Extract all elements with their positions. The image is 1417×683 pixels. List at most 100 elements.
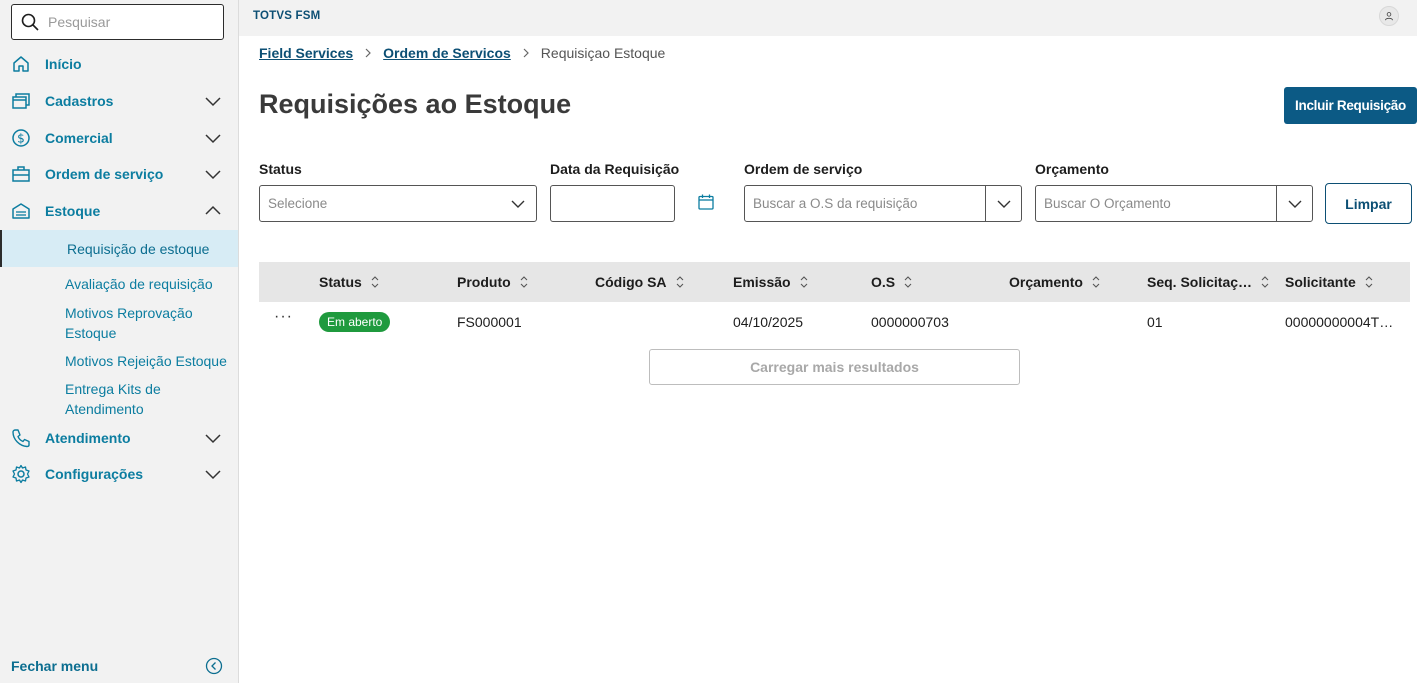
cell-solicitante: 00000000004T… <box>1285 314 1394 330</box>
search-icon <box>21 13 39 31</box>
column-header-label: Emissão <box>733 274 791 290</box>
column-header-status[interactable]: Status <box>319 274 380 290</box>
order-dropdown-toggle[interactable] <box>985 186 1021 221</box>
sidebar-item-label: Estoque <box>45 203 101 219</box>
order-filter-label: Ordem de serviço <box>744 161 863 177</box>
briefcase-icon <box>11 164 31 184</box>
search-box[interactable] <box>11 4 224 40</box>
chevron-right-icon <box>363 47 373 59</box>
sidebar-item-label: Atendimento <box>45 430 131 446</box>
table-header: Status Produto Código SA Emissão O.S Orç… <box>259 262 1410 302</box>
phone-icon <box>11 428 31 448</box>
sidebar-subitem-avaliacao-requisicao[interactable]: Avaliação de requisição <box>0 274 238 294</box>
column-header-label: Orçamento <box>1009 274 1083 290</box>
sort-icon <box>1365 276 1373 288</box>
breadcrumb-current: Requisiçao Estoque <box>540 45 666 61</box>
sidebar-subitem-label: Motivos Rejeição Estoque <box>65 353 227 369</box>
chevron-right-icon <box>521 47 531 59</box>
column-header-codigo-sa[interactable]: Código SA <box>595 274 685 290</box>
close-menu-label[interactable]: Fechar menu <box>11 658 98 674</box>
sidebar-subitem-motivos-rejeicao[interactable]: Motivos Rejeição Estoque <box>0 351 238 371</box>
chevron-down-icon[interactable] <box>204 92 222 110</box>
sidebar-item-label: Configurações <box>45 466 144 482</box>
cell-seq: 01 <box>1147 314 1163 330</box>
column-header-produto[interactable]: Produto <box>457 274 529 290</box>
chevron-down-icon <box>511 200 525 208</box>
column-header-label: Solicitante <box>1285 274 1356 290</box>
sidebar-item-inicio[interactable]: Início <box>0 47 238 81</box>
status-select[interactable]: Selecione <box>259 185 537 222</box>
column-header-label: Seq. Solicitaç… <box>1147 274 1253 290</box>
sort-icon <box>904 276 912 288</box>
clear-filters-button[interactable]: Limpar <box>1325 183 1412 224</box>
breadcrumb-link-ordem-servicos[interactable]: Ordem de Servicos <box>383 45 511 61</box>
sidebar-subitem-motivos-reprovacao[interactable]: Motivos Reprovação Estoque <box>0 303 238 343</box>
sort-icon <box>1261 276 1269 288</box>
svg-text:$: $ <box>17 132 25 146</box>
sidebar-item-label: Início <box>45 56 82 72</box>
sidebar-item-comercial[interactable]: $ Comercial <box>0 121 238 155</box>
home-icon <box>11 54 31 74</box>
sort-icon <box>520 276 528 288</box>
chevron-down-icon[interactable] <box>204 465 222 483</box>
column-header-seq-solicitacao[interactable]: Seq. Solicitaç… <box>1147 274 1270 290</box>
search-input[interactable] <box>48 14 208 30</box>
breadcrumb-link-field-services[interactable]: Field Services <box>259 45 353 61</box>
budget-dropdown-toggle[interactable] <box>1276 186 1312 221</box>
sidebar-item-cadastros[interactable]: Cadastros <box>0 84 238 118</box>
app-name: TOTVS FSM <box>253 10 321 22</box>
column-header-emissao[interactable]: Emissão <box>733 274 809 290</box>
budget-combobox[interactable]: Buscar O Orçamento <box>1035 185 1313 222</box>
sidebar-footer: Fechar menu <box>0 651 238 683</box>
sidebar-subitem-label: Avaliação de requisição <box>65 276 213 292</box>
load-more-button[interactable]: Carregar mais resultados <box>649 349 1020 385</box>
sidebar-subitem-label: Entrega Kits de Atendimento <box>65 381 161 417</box>
column-header-orcamento[interactable]: Orçamento <box>1009 274 1101 290</box>
chevron-down-icon[interactable] <box>204 165 222 183</box>
dollar-circle-icon: $ <box>11 128 31 148</box>
cards-icon <box>11 91 31 111</box>
sidebar-item-estoque[interactable]: Estoque <box>0 194 238 228</box>
sort-icon <box>800 276 807 288</box>
column-header-os[interactable]: O.S <box>871 274 913 290</box>
sidebar-item-label: Cadastros <box>45 93 114 109</box>
cell-produto: FS000001 <box>457 314 522 330</box>
user-avatar-button[interactable] <box>1379 6 1399 26</box>
sidebar-item-label: Ordem de serviço <box>45 166 164 182</box>
sidebar-item-label: Comercial <box>45 130 113 146</box>
sort-icon <box>1092 276 1100 288</box>
sidebar-subitem-entrega-kits[interactable]: Entrega Kits de Atendimento <box>0 379 238 419</box>
chevron-down-icon <box>997 200 1011 208</box>
cell-emissao: 04/10/2025 <box>733 314 804 330</box>
cell-os: 0000000703 <box>871 314 949 330</box>
chevron-down-icon[interactable] <box>204 129 222 147</box>
calendar-icon[interactable] <box>697 193 715 211</box>
chevron-down-icon[interactable] <box>204 429 222 447</box>
table-row[interactable]: FS000001 04/10/2025 0000000703 01 000000… <box>259 302 1410 342</box>
sidebar-item-atendimento[interactable]: Atendimento <box>0 421 238 455</box>
order-combobox[interactable]: Buscar a O.S da requisição <box>744 185 1022 222</box>
warehouse-icon <box>11 201 31 221</box>
user-icon <box>1385 12 1393 21</box>
sort-icon <box>371 276 379 288</box>
date-filter-label: Data da Requisição <box>550 161 680 177</box>
sidebar: Início Cadastros $ Comercial Ordem de se… <box>0 0 239 683</box>
sidebar-item-configuracoes[interactable]: Configurações <box>0 457 238 491</box>
chevron-down-icon <box>1288 200 1302 208</box>
sidebar-subitem-label: Requisição de estoque <box>67 240 210 257</box>
order-combobox-placeholder: Buscar a O.S da requisição <box>753 196 918 211</box>
sort-icon <box>676 276 683 288</box>
collapse-menu-icon[interactable] <box>205 657 223 675</box>
page-title: Requisições ao Estoque <box>259 89 572 119</box>
date-input[interactable] <box>550 185 675 222</box>
budget-filter-label: Orçamento <box>1035 161 1109 177</box>
column-header-solicitante[interactable]: Solicitante <box>1285 274 1374 290</box>
sidebar-subitem-requisicao-estoque[interactable]: Requisição de estoque <box>0 230 238 267</box>
sidebar-item-ordem-servico[interactable]: Ordem de serviço <box>0 157 238 191</box>
chevron-up-icon[interactable] <box>204 202 222 220</box>
top-bar: TOTVS FSM <box>239 0 1417 36</box>
add-requisition-button[interactable]: Incluir Requisição <box>1284 87 1417 124</box>
breadcrumb: Field Services Ordem de Servicos Requisi… <box>259 45 665 61</box>
column-header-label: Status <box>319 274 362 290</box>
budget-combobox-placeholder: Buscar O Orçamento <box>1044 196 1171 211</box>
